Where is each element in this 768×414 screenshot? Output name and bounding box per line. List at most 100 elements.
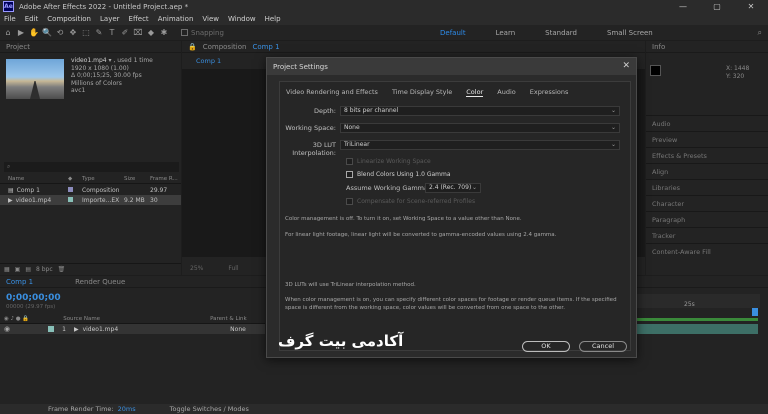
- panel-character[interactable]: Character: [646, 195, 768, 211]
- linearize-working-space-checkbox[interactable]: Linearize Working Space: [346, 158, 431, 165]
- depth-select[interactable]: 8 bits per channel ⌄: [340, 106, 620, 116]
- maximize-icon[interactable]: ▢: [700, 0, 734, 13]
- magnification-select[interactable]: 25%: [190, 265, 203, 272]
- type-tool-icon[interactable]: T: [107, 28, 117, 38]
- visibility-eye-icon[interactable]: ◉: [4, 325, 10, 333]
- menu-window[interactable]: Window: [228, 15, 256, 23]
- render-time-value: 20ms: [117, 405, 136, 413]
- work-area-bar[interactable]: [636, 318, 758, 321]
- layer-duration-bar[interactable]: [636, 324, 758, 334]
- layer-row[interactable]: ◉ 1 ▶ video1.mp4 None: [0, 324, 265, 334]
- tab-comp-1[interactable]: Comp 1: [6, 278, 33, 286]
- column-name[interactable]: Name: [0, 176, 68, 182]
- menu-bar: File Edit Composition Layer Effect Anima…: [0, 13, 768, 25]
- workspace-default[interactable]: Default: [440, 29, 466, 37]
- info-panel-tab[interactable]: Info: [646, 41, 768, 53]
- close-icon[interactable]: ✕: [622, 61, 630, 71]
- pen-tool-icon[interactable]: ✎: [94, 28, 104, 38]
- interpret-footage-icon[interactable]: ▦: [4, 266, 10, 273]
- checkbox-box[interactable]: [346, 158, 353, 165]
- layer-parent-select[interactable]: None: [230, 326, 246, 333]
- search-help-icon[interactable]: ⌕: [758, 28, 762, 38]
- new-composition-icon[interactable]: ▤: [25, 266, 31, 273]
- blend-colors-checkbox[interactable]: Blend Colors Using 1.0 Gamma: [346, 171, 451, 178]
- working-space-select[interactable]: None ⌄: [340, 123, 620, 133]
- gamma-select[interactable]: 2.4 (Rec. 709) ⌄: [425, 183, 481, 193]
- menu-animation[interactable]: Animation: [158, 15, 194, 23]
- playhead[interactable]: [752, 308, 758, 316]
- composition-name[interactable]: Comp 1: [252, 43, 279, 51]
- puppet-tool-icon[interactable]: ✱: [159, 28, 169, 38]
- checkbox-box[interactable]: [346, 198, 353, 205]
- menu-layer[interactable]: Layer: [100, 15, 120, 23]
- project-item-comp[interactable]: ▤ Comp 1 Composition 29.97: [0, 185, 181, 195]
- menu-effect[interactable]: Effect: [129, 15, 149, 23]
- lut-interpolation-select[interactable]: TriLinear ⌄: [340, 140, 620, 150]
- lock-icon[interactable]: 🔒: [188, 43, 197, 51]
- workspace-learn[interactable]: Learn: [496, 29, 516, 37]
- tab-color[interactable]: Color: [466, 88, 484, 97]
- panel-audio[interactable]: Audio: [646, 115, 768, 131]
- column-parent-link[interactable]: Parent & Link: [210, 316, 247, 322]
- minimize-icon[interactable]: —: [666, 0, 700, 13]
- project-panel-tab[interactable]: Project: [0, 41, 181, 53]
- close-window-icon[interactable]: ✕: [734, 0, 768, 13]
- current-time-display[interactable]: 0;00;00;00: [6, 293, 61, 303]
- workspace-standard[interactable]: Standard: [545, 29, 577, 37]
- hand-tool-icon[interactable]: ✋: [29, 28, 39, 38]
- column-source-name[interactable]: Source Name: [63, 316, 100, 322]
- panel-align[interactable]: Align: [646, 163, 768, 179]
- snapping-checkbox[interactable]: [181, 29, 188, 36]
- brush-tool-icon[interactable]: ✐: [120, 28, 130, 38]
- time-ruler[interactable]: 25s: [636, 294, 760, 308]
- menu-edit[interactable]: Edit: [25, 15, 39, 23]
- comp-breadcrumb-tab[interactable]: Comp 1: [196, 57, 221, 65]
- roto-brush-tool-icon[interactable]: ◆: [146, 28, 156, 38]
- checkbox-box[interactable]: [346, 171, 353, 178]
- selection-tool-icon[interactable]: ▶: [16, 28, 26, 38]
- menu-view[interactable]: View: [202, 15, 219, 23]
- menu-file[interactable]: File: [4, 15, 16, 23]
- rectangle-tool-icon[interactable]: ⬚: [81, 28, 91, 38]
- tab-expressions[interactable]: Expressions: [530, 88, 569, 97]
- layer-label-color[interactable]: [48, 326, 55, 332]
- project-item-name: video1.mp4: [15, 196, 52, 204]
- project-item-video[interactable]: ▶ video1.mp4 Importe...EX 9.2 MB 30: [0, 195, 181, 205]
- column-label-icon[interactable]: ◆: [68, 176, 82, 182]
- tab-render-queue[interactable]: Render Queue: [75, 278, 125, 286]
- panel-libraries[interactable]: Libraries: [646, 179, 768, 195]
- cancel-button[interactable]: Cancel: [579, 341, 627, 352]
- label-color-swatch[interactable]: [68, 196, 73, 202]
- tab-video-rendering[interactable]: Video Rendering and Effects: [286, 88, 378, 97]
- status-bar: Frame Render Time: 20ms Toggle Switches …: [0, 404, 768, 414]
- eraser-tool-icon[interactable]: ⌧: [133, 28, 143, 38]
- panel-tracker[interactable]: Tracker: [646, 227, 768, 243]
- label-color-swatch[interactable]: [68, 186, 73, 192]
- panel-paragraph[interactable]: Paragraph: [646, 211, 768, 227]
- panel-content-aware-fill[interactable]: Content-Aware Fill: [646, 243, 768, 259]
- tab-time-display[interactable]: Time Display Style: [392, 88, 452, 97]
- trash-icon[interactable]: 🗑: [58, 266, 66, 273]
- zoom-tool-icon[interactable]: 🔍: [42, 28, 52, 38]
- snapping-toggle[interactable]: Snapping: [181, 29, 224, 37]
- column-size[interactable]: Size: [124, 176, 150, 182]
- tab-audio[interactable]: Audio: [497, 88, 515, 97]
- panel-effects-presets[interactable]: Effects & Presets: [646, 147, 768, 163]
- bpc-toggle[interactable]: 8 bpc: [36, 266, 53, 273]
- new-folder-icon[interactable]: ▣: [15, 266, 21, 273]
- toggle-switches-modes[interactable]: Toggle Switches / Modes: [170, 405, 249, 413]
- home-icon[interactable]: ⌂: [3, 28, 13, 38]
- workspace-small-screen[interactable]: Small Screen: [607, 29, 653, 37]
- column-type[interactable]: Type: [82, 176, 124, 182]
- ok-button[interactable]: OK: [522, 341, 570, 352]
- pan-behind-tool-icon[interactable]: ✥: [68, 28, 78, 38]
- column-frame-rate[interactable]: Frame R...: [150, 176, 180, 182]
- project-search-input[interactable]: ⌕: [4, 162, 179, 172]
- panel-preview[interactable]: Preview: [646, 131, 768, 147]
- resolution-select[interactable]: Full: [228, 265, 238, 272]
- footage-usage: ▾ , used 1 time: [108, 57, 153, 64]
- menu-help[interactable]: Help: [265, 15, 281, 23]
- rotate-tool-icon[interactable]: ⟲: [55, 28, 65, 38]
- menu-composition[interactable]: Composition: [47, 15, 91, 23]
- compensate-profiles-checkbox[interactable]: Compensate for Scene-referred Profiles: [346, 198, 475, 205]
